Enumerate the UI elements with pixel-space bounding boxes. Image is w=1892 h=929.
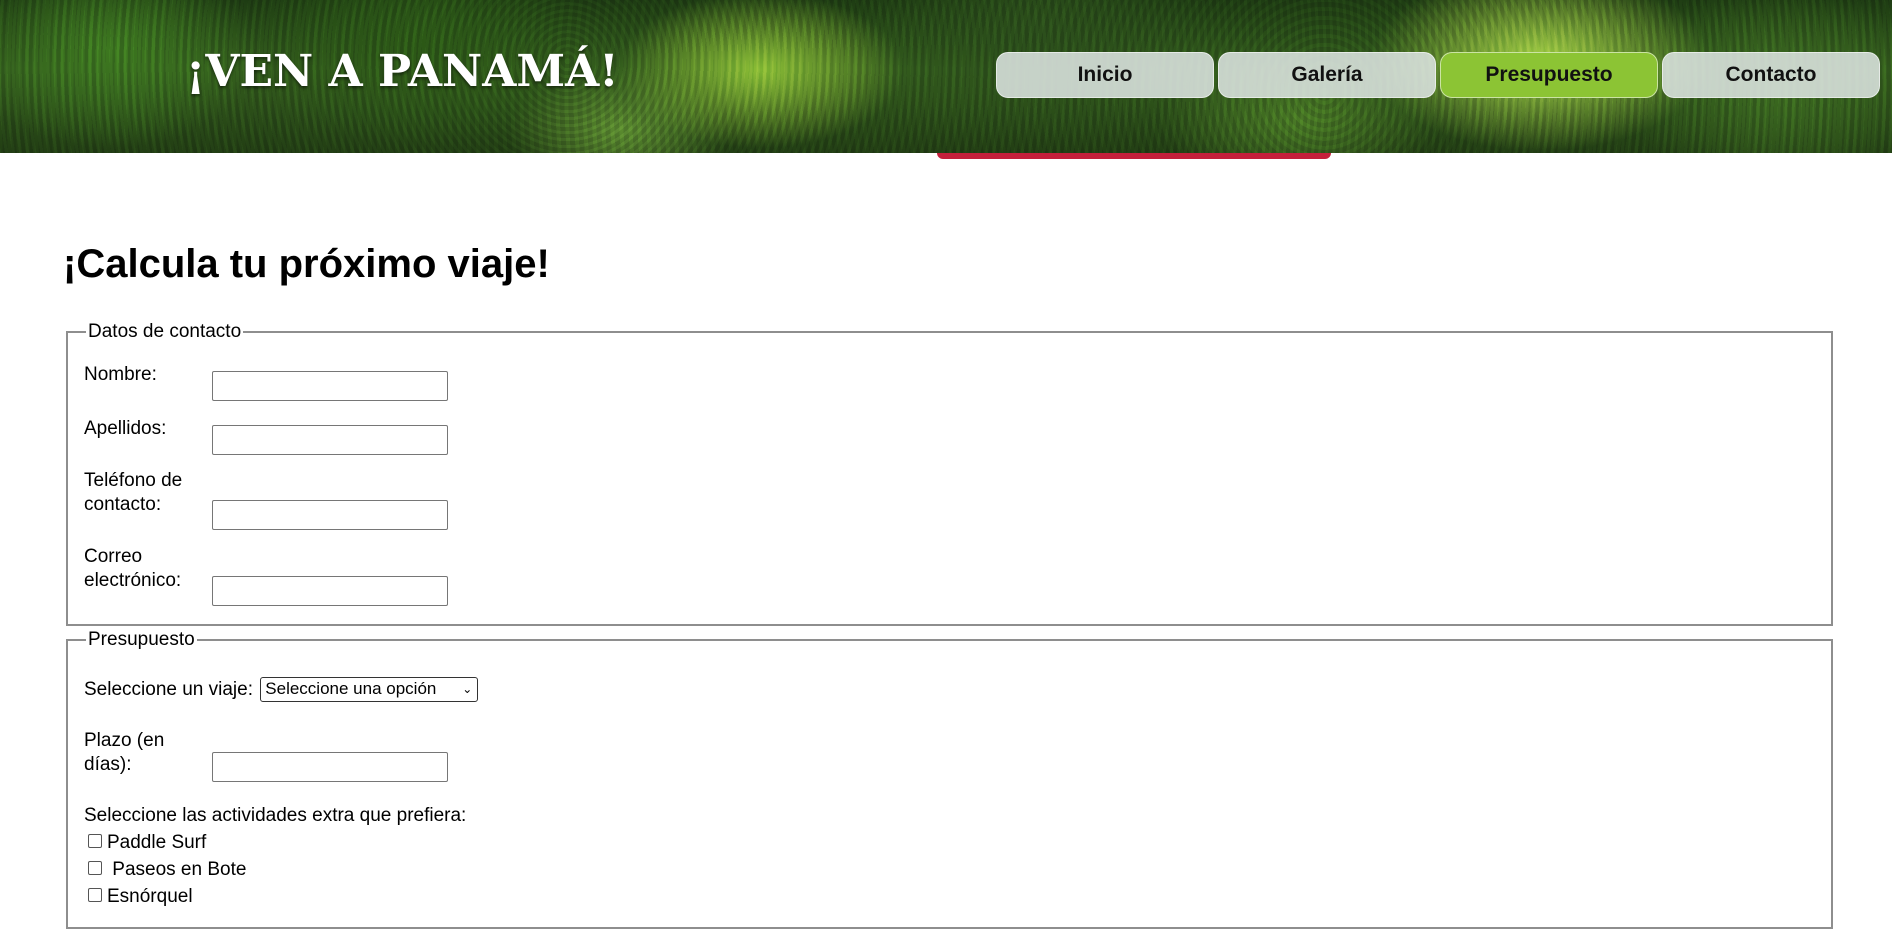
apellidos-label: Apellidos:	[84, 418, 167, 439]
telefono-label-line2: contacto:	[84, 494, 162, 515]
chevron-down-icon: ⌄	[462, 682, 473, 697]
nav-item-contacto[interactable]: Contacto	[1662, 52, 1880, 98]
budget-fieldset: Presupuesto Seleccione un viaje: Selecci…	[66, 629, 1833, 929]
trip-select-label: Seleccione un viaje:	[84, 679, 253, 700]
paseos-en-bote-label: Paseos en Bote	[107, 859, 247, 880]
correo-label-line2: electrónico:	[84, 570, 182, 591]
contact-legend: Datos de contacto	[88, 321, 242, 342]
nav-item-presupuesto[interactable]: Presupuesto	[1440, 52, 1658, 98]
extra-paddle-surf[interactable]: Paddle Surf	[88, 831, 206, 855]
paseos-en-bote-checkbox[interactable]	[88, 861, 102, 875]
plazo-input[interactable]	[212, 752, 448, 782]
budget-legend: Presupuesto	[88, 629, 195, 650]
extra-paseos-en-bote[interactable]: Paseos en Bote	[88, 858, 246, 882]
telefono-label-line1: Teléfono de	[84, 470, 183, 491]
plazo-label-line2: días):	[84, 754, 132, 775]
nav-item-galeria[interactable]: Galería	[1218, 52, 1436, 98]
correo-input[interactable]	[212, 576, 448, 606]
correo-label-line1: Correo	[84, 546, 143, 567]
esnorquel-checkbox[interactable]	[88, 888, 102, 902]
nombre-label: Nombre:	[84, 364, 157, 385]
telefono-input[interactable]	[212, 500, 448, 530]
nav-item-inicio[interactable]: Inicio	[996, 52, 1214, 98]
trip-select-row: Seleccione un viaje: Seleccione una opci…	[84, 676, 479, 704]
contact-fieldset: Datos de contacto Nombre: Apellidos: Tel…	[66, 321, 1833, 626]
paddle-surf-label: Paddle Surf	[107, 832, 207, 853]
trip-select-value: Seleccione una opción	[265, 679, 437, 699]
esnorquel-label: Esnórquel	[107, 886, 193, 907]
header-accent-strip	[937, 153, 1331, 159]
paddle-surf-checkbox[interactable]	[88, 834, 102, 848]
apellidos-input[interactable]	[212, 425, 448, 455]
site-header: ¡VEN A PANAMÁ! Inicio Galería Presupuest…	[0, 0, 1892, 153]
plazo-label-line1: Plazo (en	[84, 730, 165, 751]
extras-label: Seleccione las actividades extra que pre…	[84, 805, 467, 826]
site-title: ¡VEN A PANAMÁ!	[186, 46, 619, 97]
trip-select[interactable]: Seleccione una opción ⌄	[260, 677, 479, 703]
page-title: ¡Calcula tu próximo viaje!	[63, 242, 550, 286]
nombre-input[interactable]	[212, 371, 448, 401]
extra-esnorquel[interactable]: Esnórquel	[88, 885, 193, 909]
main-nav: Inicio Galería Presupuesto Contacto	[996, 52, 1880, 98]
